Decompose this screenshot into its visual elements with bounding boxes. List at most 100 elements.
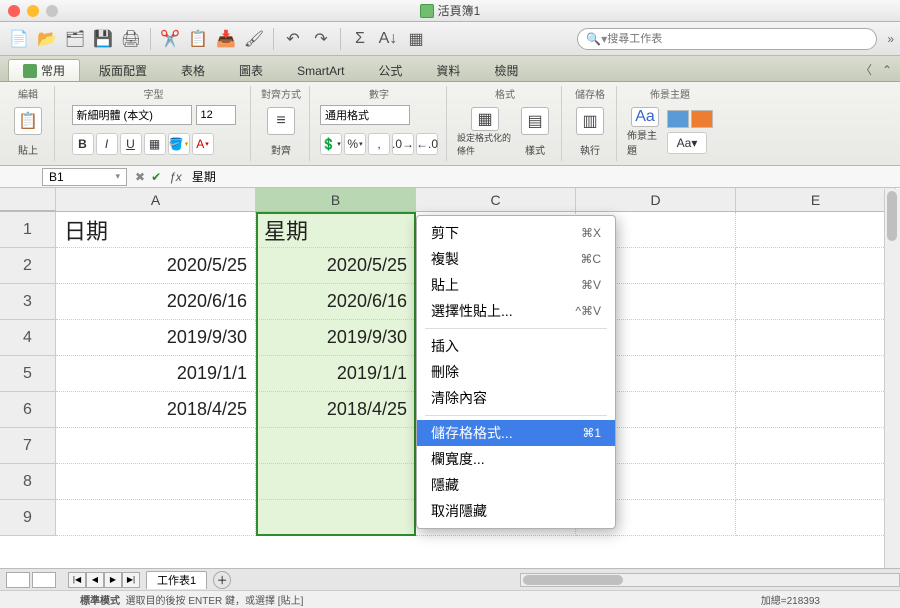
- tab-smartart[interactable]: SmartArt: [282, 59, 359, 81]
- cell[interactable]: [736, 212, 896, 248]
- row-header[interactable]: 5: [0, 356, 56, 392]
- align-button[interactable]: ≡對齊: [263, 107, 299, 157]
- copy-icon[interactable]: 📋: [185, 26, 211, 52]
- tab-last-icon[interactable]: ▶|: [122, 572, 140, 588]
- cell[interactable]: 2019/9/30: [256, 320, 416, 356]
- row-header[interactable]: 2: [0, 248, 56, 284]
- cell[interactable]: [736, 500, 896, 536]
- column-header-d[interactable]: D: [576, 188, 736, 211]
- cell[interactable]: 2018/4/25: [256, 392, 416, 428]
- cell[interactable]: [736, 248, 896, 284]
- tab-layout[interactable]: 版面配置: [84, 59, 162, 81]
- menu-unhide[interactable]: 取消隱藏: [417, 498, 615, 524]
- row-header[interactable]: 6: [0, 392, 56, 428]
- cell[interactable]: [736, 320, 896, 356]
- cell[interactable]: [736, 284, 896, 320]
- styles-button[interactable]: ▤樣式: [517, 107, 553, 157]
- cancel-icon[interactable]: ✖: [135, 170, 145, 184]
- paste-icon[interactable]: 📥: [213, 26, 239, 52]
- redo-icon[interactable]: ↷: [308, 26, 334, 52]
- tab-data[interactable]: 資料: [421, 59, 475, 81]
- percent-button[interactable]: %: [344, 133, 366, 155]
- increase-decimal-button[interactable]: .0→: [392, 133, 414, 155]
- tab-review[interactable]: 檢閱: [479, 59, 533, 81]
- row-header[interactable]: 1: [0, 212, 56, 248]
- conditional-format-button[interactable]: ▦設定格式化的條件: [457, 107, 513, 157]
- cell[interactable]: 2020/6/16: [56, 284, 256, 320]
- scroll-thumb[interactable]: [887, 191, 897, 241]
- undo-icon[interactable]: ↶: [280, 26, 306, 52]
- column-header-a[interactable]: A: [56, 188, 256, 211]
- menu-paste[interactable]: 貼上⌘V: [417, 272, 615, 298]
- menu-column-width[interactable]: 欄寬度...: [417, 446, 615, 472]
- cell[interactable]: [736, 392, 896, 428]
- cell[interactable]: 日期: [56, 212, 256, 248]
- select-all-corner[interactable]: [0, 188, 56, 211]
- template-icon[interactable]: 🗂: [62, 26, 88, 52]
- accept-icon[interactable]: ✔: [151, 170, 161, 184]
- menu-insert[interactable]: 插入: [417, 333, 615, 359]
- cell[interactable]: [736, 428, 896, 464]
- menu-copy[interactable]: 複製⌘C: [417, 246, 615, 272]
- name-box[interactable]: B1▾: [42, 168, 127, 186]
- search-input[interactable]: [607, 33, 868, 45]
- sort-icon[interactable]: A↓: [375, 26, 401, 52]
- row-header[interactable]: 3: [0, 284, 56, 320]
- overflow-icon[interactable]: »: [887, 32, 894, 46]
- number-format-select[interactable]: [320, 105, 410, 125]
- page-layout-view-button[interactable]: [32, 572, 56, 588]
- normal-view-button[interactable]: [6, 572, 30, 588]
- cell[interactable]: 2020/5/25: [256, 248, 416, 284]
- cells-action-button[interactable]: ▥執行: [572, 107, 608, 157]
- cell[interactable]: [256, 500, 416, 536]
- tab-charts[interactable]: 圖表: [224, 59, 278, 81]
- currency-button[interactable]: 💲: [320, 133, 342, 155]
- column-header-e[interactable]: E: [736, 188, 896, 211]
- add-sheet-button[interactable]: ＋: [213, 571, 231, 589]
- underline-button[interactable]: U: [120, 133, 142, 155]
- cell[interactable]: [56, 500, 256, 536]
- save-icon[interactable]: 💾: [90, 26, 116, 52]
- cell[interactable]: 2018/4/25: [56, 392, 256, 428]
- italic-button[interactable]: I: [96, 133, 118, 155]
- column-header-c[interactable]: C: [416, 188, 576, 211]
- print-icon[interactable]: 🖨: [118, 26, 144, 52]
- font-size-input[interactable]: [196, 105, 236, 125]
- format-painter-icon[interactable]: 🖌: [241, 26, 267, 52]
- vertical-scrollbar[interactable]: [884, 189, 900, 568]
- tab-formulas[interactable]: 公式: [363, 59, 417, 81]
- paste-button[interactable]: 📋貼上: [10, 107, 46, 157]
- cell[interactable]: 2019/1/1: [256, 356, 416, 392]
- theme-fonts-button[interactable]: Aa▾: [667, 132, 707, 154]
- tab-first-icon[interactable]: |◀: [68, 572, 86, 588]
- horizontal-scrollbar[interactable]: [520, 573, 900, 587]
- fill-color-button[interactable]: 🪣: [168, 133, 190, 155]
- scroll-thumb[interactable]: [523, 575, 623, 585]
- font-name-input[interactable]: [72, 105, 192, 125]
- row-header[interactable]: 7: [0, 428, 56, 464]
- border-button[interactable]: ▦: [144, 133, 166, 155]
- filter-icon[interactable]: ▦: [403, 26, 429, 52]
- menu-paste-special[interactable]: 選擇性貼上...^⌘V: [417, 298, 615, 324]
- row-header[interactable]: 9: [0, 500, 56, 536]
- row-header[interactable]: 4: [0, 320, 56, 356]
- open-icon[interactable]: 📂: [34, 26, 60, 52]
- formula-input[interactable]: 星期: [188, 168, 900, 185]
- cut-icon[interactable]: ✂️: [157, 26, 183, 52]
- column-header-b[interactable]: B: [256, 188, 416, 211]
- menu-delete[interactable]: 刪除: [417, 359, 615, 385]
- tab-next-icon[interactable]: ▶: [104, 572, 122, 588]
- bold-button[interactable]: B: [72, 133, 94, 155]
- tab-home[interactable]: 常用: [8, 59, 80, 81]
- cell[interactable]: [736, 356, 896, 392]
- menu-clear[interactable]: 清除內容: [417, 385, 615, 411]
- decrease-decimal-button[interactable]: ←.0: [416, 133, 438, 155]
- search-field[interactable]: 🔍▾: [577, 28, 877, 50]
- cell[interactable]: [256, 464, 416, 500]
- sheet-tab[interactable]: 工作表1: [146, 571, 207, 589]
- comma-button[interactable]: ,: [368, 133, 390, 155]
- font-color-button[interactable]: A: [192, 133, 214, 155]
- tab-tables[interactable]: 表格: [166, 59, 220, 81]
- ribbon-collapse[interactable]: 〈 ⌃: [860, 61, 892, 81]
- cell[interactable]: [56, 464, 256, 500]
